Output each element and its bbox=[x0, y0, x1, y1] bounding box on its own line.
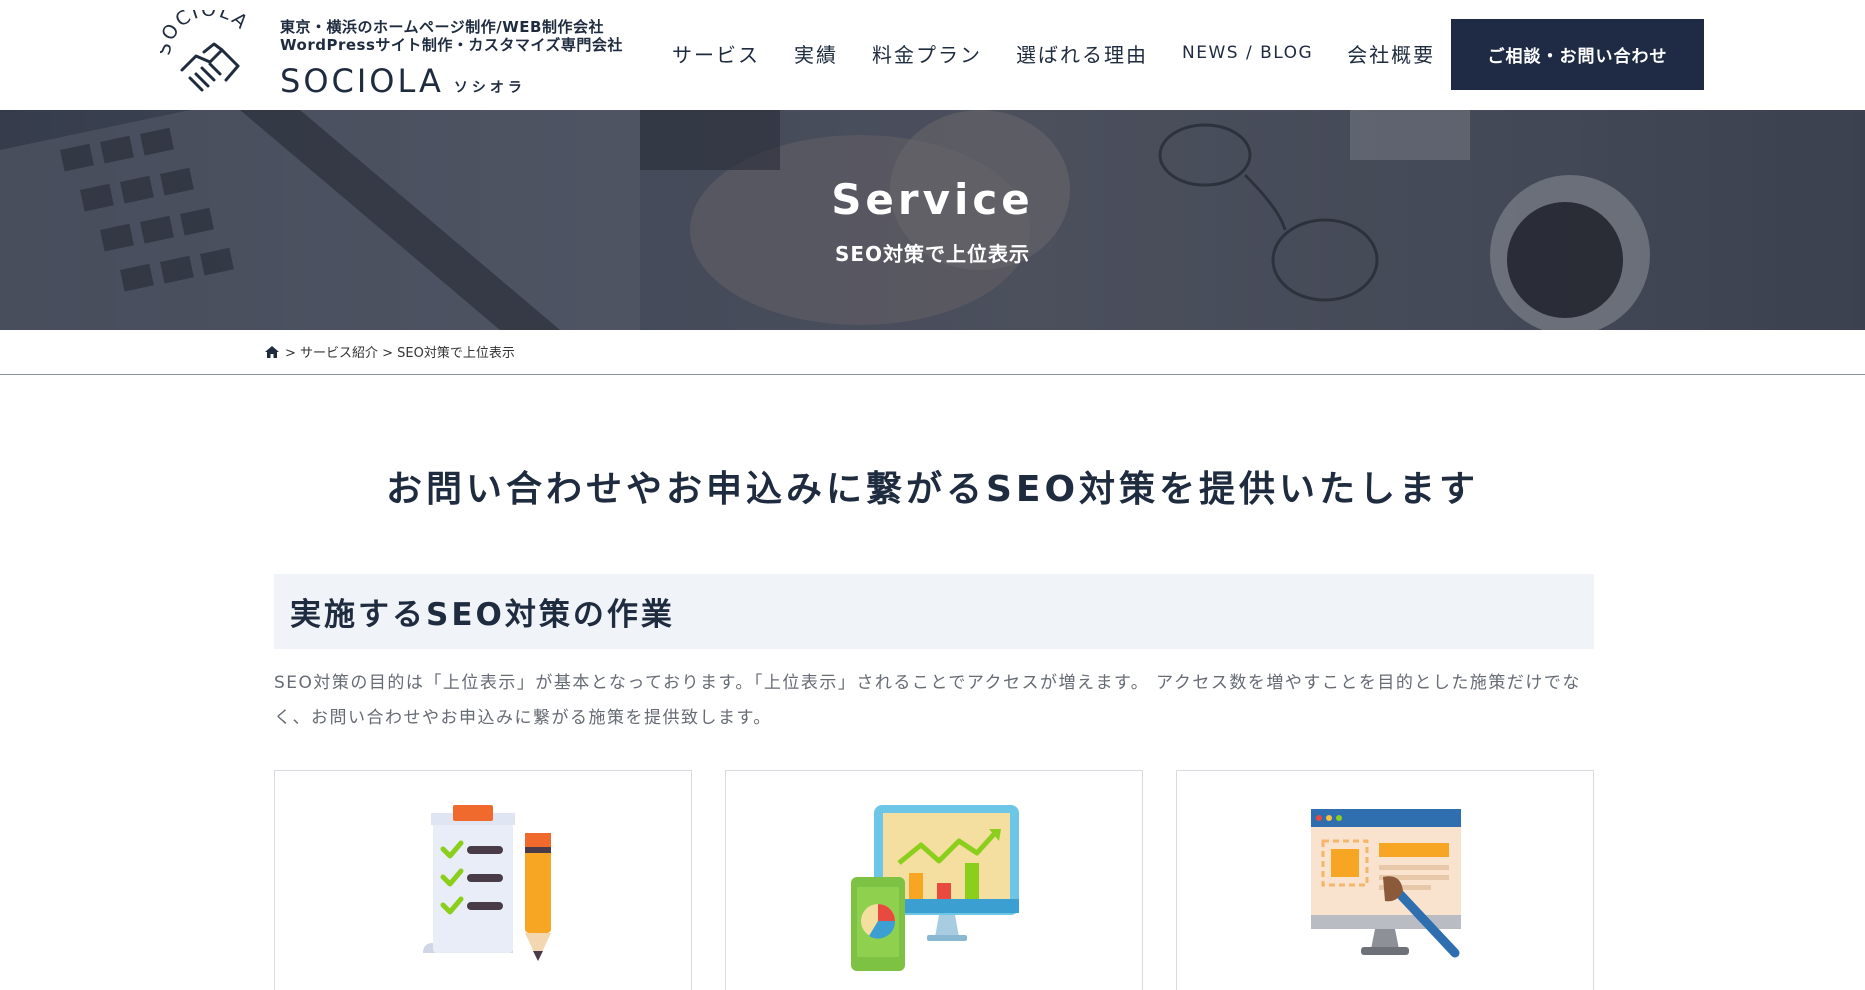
breadcrumb-trail[interactable]: > サービス紹介 > SEO対策で上位表示 bbox=[285, 342, 515, 361]
page-title: お問い合わせやお申込みに繋がるSEO対策を提供いたします bbox=[385, 469, 1480, 510]
breadcrumb: > サービス紹介 > SEO対策で上位表示 bbox=[265, 342, 515, 361]
hero-title: Service bbox=[831, 175, 1034, 224]
nav-pricing[interactable]: 料金プラン bbox=[872, 39, 982, 68]
breadcrumb-divider bbox=[0, 374, 1865, 375]
service-card-3[interactable] bbox=[1176, 770, 1594, 990]
service-card-1[interactable] bbox=[274, 770, 692, 990]
nav-reasons[interactable]: 選ばれる理由 bbox=[1016, 39, 1148, 68]
handshake-logo-icon: SOCIOLA bbox=[160, 10, 251, 92]
logo-text: 東京・横浜のホームページ制作/WEB制作会社 WordPressサイト制作・カス… bbox=[280, 18, 623, 100]
tagline-line-1: 東京・横浜のホームページ制作/WEB制作会社 bbox=[280, 18, 604, 36]
brand-name: SOCIOLA bbox=[280, 62, 444, 100]
section-heading: 実施するSEO対策の作業 bbox=[274, 574, 1594, 649]
brand-kana: ソシオラ bbox=[453, 80, 526, 96]
nav-news-blog[interactable]: NEWS / BLOG bbox=[1182, 43, 1313, 63]
brand: SOCIOLA ソシオラ bbox=[280, 62, 623, 100]
nav-company[interactable]: 会社概要 bbox=[1347, 39, 1435, 68]
section-body: SEO対策の目的は「上位表示」が基本となっております。「上位表示」されることでア… bbox=[274, 673, 1581, 728]
hero-banner: Service SEO対策で上位表示 bbox=[0, 110, 1865, 330]
checklist-icon bbox=[423, 805, 551, 961]
contact-button[interactable]: ご相談・お問い合わせ bbox=[1451, 19, 1704, 90]
nav-works[interactable]: 実績 bbox=[794, 39, 838, 68]
main-nav: サービス 実績 料金プラン 選ばれる理由 NEWS / BLOG 会社概要 bbox=[672, 0, 1469, 106]
web-design-icon bbox=[1311, 809, 1461, 958]
hero-subtitle: SEO対策で上位表示 bbox=[834, 242, 1031, 266]
home-icon[interactable] bbox=[265, 345, 279, 358]
analytics-monitor-icon bbox=[851, 805, 1019, 971]
nav-service[interactable]: サービス bbox=[672, 39, 760, 68]
tagline-line-2: WordPressサイト制作・カスタマイズ専門会社 bbox=[280, 36, 623, 54]
service-card-2[interactable] bbox=[725, 770, 1143, 990]
site-header: SOCIOLA 東京・横浜のホームページ制作/WEB制作会社 WordPress… bbox=[0, 0, 1865, 110]
